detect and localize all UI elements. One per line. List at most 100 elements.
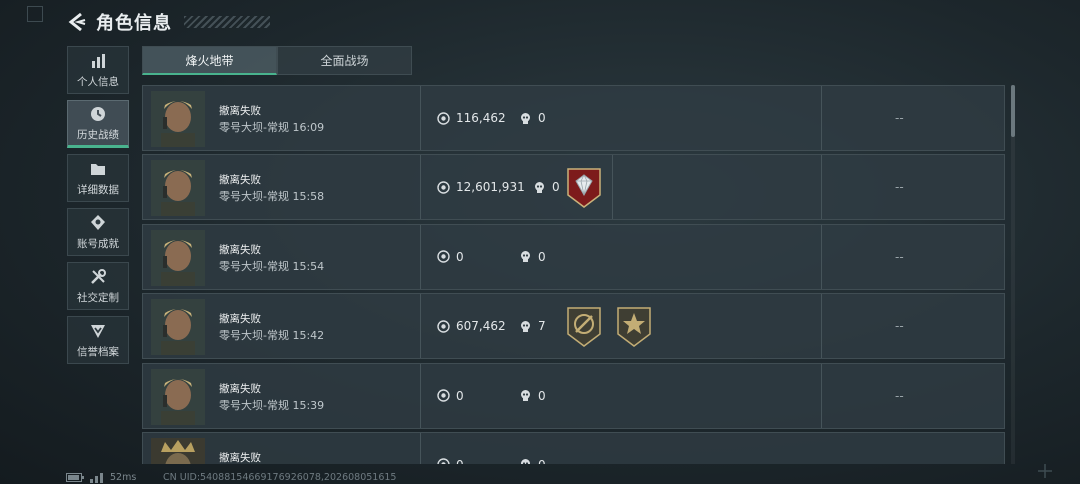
- money-stat: 0: [437, 458, 464, 464]
- sidebar-item-profile[interactable]: 个人信息: [67, 46, 129, 94]
- signal-icon: [90, 472, 103, 483]
- sidebar-item-reputation[interactable]: 信誉档案: [67, 316, 129, 364]
- kills-stat: 0: [519, 389, 546, 403]
- mode-tabs: 烽火地带 全面战场: [142, 46, 412, 75]
- match-result: 撤离失败: [219, 105, 261, 117]
- history-clock-icon: [91, 106, 105, 121]
- divider: [612, 155, 613, 220]
- kills-value: 0: [552, 180, 560, 195]
- money-stat: 116,462: [437, 111, 506, 125]
- crosshair-badge-icon[interactable]: [565, 306, 603, 348]
- red-diamond-badge-icon[interactable]: [565, 167, 603, 209]
- sidebar-item-label: 个人信息: [77, 75, 119, 88]
- page-title: 角色信息: [96, 13, 172, 34]
- money-value: 116,462: [456, 111, 506, 125]
- sidebar-item-label: 账号成就: [77, 237, 119, 250]
- money-stat: 0: [437, 250, 464, 264]
- avatar: [151, 368, 205, 425]
- kills-stat: 0: [519, 250, 546, 264]
- match-history-list: 撤离失败 零号大坝-常规 16:09 116,462 0 -- 撤离失败 零号大…: [142, 85, 1005, 464]
- sidebar-item-label: 详细数据: [77, 183, 119, 196]
- kills-value: 0: [538, 388, 546, 403]
- money-stat: 0: [437, 389, 464, 403]
- tab-full-battlefield[interactable]: 全面战场: [277, 46, 412, 75]
- money-value: 0: [456, 458, 464, 464]
- divider: [420, 155, 421, 220]
- match-result: 撤离失败: [219, 313, 261, 326]
- scroll-thumb[interactable]: [1011, 85, 1015, 137]
- match-result: 撤离失败: [219, 174, 261, 187]
- list-item[interactable]: 撤离失败 零号大坝-常规 15:58 12,601,931 0 --: [142, 154, 1005, 221]
- divider: [821, 294, 822, 359]
- kills-stat: 0: [519, 458, 546, 464]
- money-value: 0: [456, 249, 464, 264]
- kills-stat: 0: [533, 180, 560, 194]
- coin-icon: [437, 319, 450, 333]
- divider: [420, 224, 421, 289]
- folder-icon: [91, 163, 105, 175]
- divider: [420, 86, 421, 150]
- badge-group: [565, 167, 603, 209]
- map-time: 零号大坝-常规 16:09: [219, 121, 325, 134]
- extra-value: --: [895, 388, 904, 403]
- money-stat: 607,462: [437, 319, 506, 333]
- avatar: [151, 299, 205, 356]
- skull-icon: [521, 112, 530, 124]
- coin-icon: [437, 458, 450, 464]
- coin-icon: [437, 389, 450, 402]
- user-uid: CN UID:54088154669176926078,202608051615: [163, 472, 397, 483]
- scrollbar[interactable]: [1011, 85, 1015, 464]
- sidebar-item-history[interactable]: 历史战绩: [67, 100, 129, 148]
- extra-value: --: [895, 111, 904, 125]
- list-item[interactable]: 撤离失败 0 0: [142, 431, 1005, 464]
- sidebar-item-achievements[interactable]: 账号成就: [67, 208, 129, 256]
- status-bar: 52ms: [66, 471, 136, 484]
- skull-icon: [521, 459, 530, 464]
- extra-value: --: [895, 319, 904, 334]
- map-time: 零号大坝-常规 15:39: [219, 398, 325, 412]
- page-header: 角色信息: [66, 8, 270, 36]
- match-result: 撤离失败: [219, 243, 261, 256]
- battery-icon: [66, 473, 84, 482]
- divider: [821, 224, 822, 289]
- coin-icon: [437, 250, 450, 263]
- divider: [420, 363, 421, 428]
- money-value: 12,601,931: [456, 180, 525, 195]
- map-time: 零号大坝-常规 15:58: [219, 190, 325, 204]
- map-time: 零号大坝-常规 15:54: [219, 259, 325, 273]
- tab-hazard-zone[interactable]: 烽火地带: [142, 46, 277, 75]
- sidebar-item-label: 历史战绩: [77, 128, 119, 141]
- chevron-left-icon[interactable]: [66, 11, 88, 33]
- list-item[interactable]: 撤离失败 零号大坝-常规 15:42 607,462 7 --: [142, 293, 1005, 360]
- avatar: [151, 229, 205, 286]
- sidebar-item-social[interactable]: 社交定制: [67, 262, 129, 310]
- sidebar-item-details[interactable]: 详细数据: [67, 154, 129, 202]
- money-value: 0: [456, 388, 464, 403]
- plus-icon[interactable]: [1036, 462, 1054, 480]
- list-item[interactable]: 撤离失败 零号大坝-常规 16:09 116,462 0 --: [142, 85, 1005, 151]
- skull-icon: [535, 181, 544, 193]
- corner-frame-icon: [27, 6, 43, 22]
- match-result: 撤离失败: [219, 382, 261, 395]
- skull-icon: [521, 251, 530, 263]
- sidebar-item-label: 社交定制: [77, 291, 119, 304]
- extra-value: --: [895, 249, 904, 264]
- title-decoration: [184, 16, 270, 28]
- star-badge-icon[interactable]: [615, 306, 653, 348]
- kills-value: 0: [538, 458, 546, 464]
- tools-icon: [91, 268, 106, 284]
- list-item[interactable]: 撤离失败 零号大坝-常规 15:39 0 0 --: [142, 362, 1005, 429]
- kills-stat: 0: [519, 111, 546, 125]
- skull-icon: [521, 390, 530, 402]
- map-time: 零号大坝-常规 15:42: [219, 329, 325, 343]
- match-result: 撤离失败: [219, 451, 261, 464]
- divider: [821, 86, 822, 150]
- kills-value: 7: [538, 319, 546, 334]
- coin-icon: [437, 181, 450, 194]
- list-item[interactable]: 撤离失败 零号大坝-常规 15:54 0 0 --: [142, 223, 1005, 290]
- medal-icon: [91, 214, 105, 230]
- sidebar-nav: 个人信息 历史战绩 详细数据 账号成就 社交定制 信誉档案: [67, 46, 129, 370]
- extra-value: --: [895, 180, 904, 195]
- kills-value: 0: [538, 111, 546, 125]
- divider: [420, 294, 421, 359]
